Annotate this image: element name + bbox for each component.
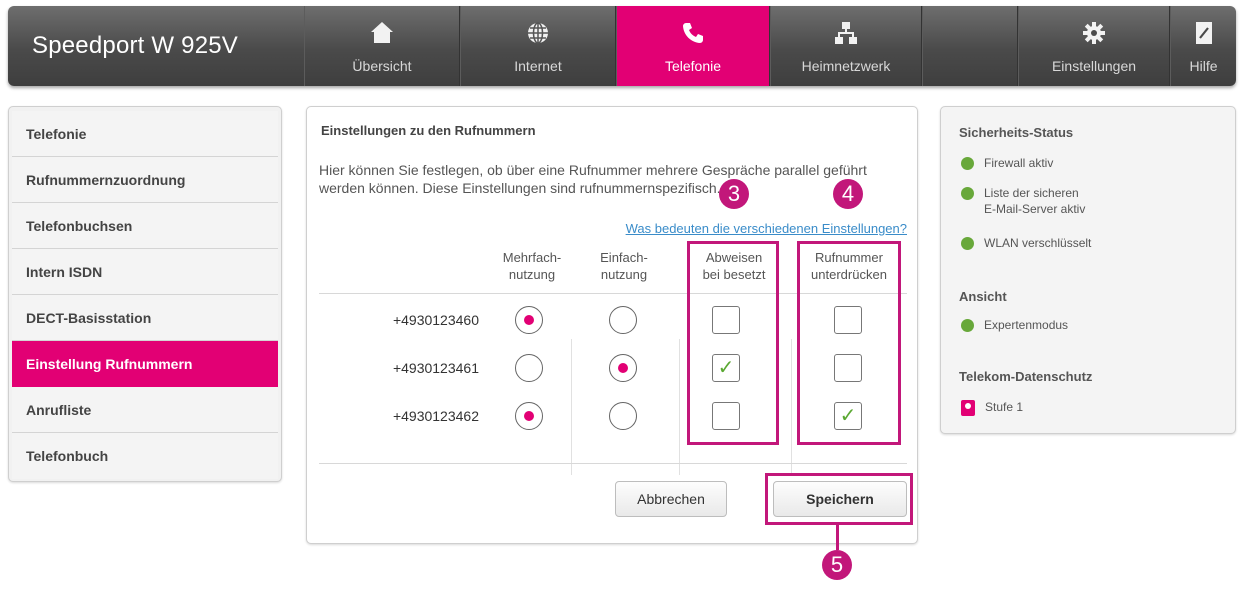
radio-mehrfachnutzung-3[interactable]	[515, 402, 543, 430]
help-link[interactable]: Was bedeuten die verschiedenen Einstellu…	[626, 221, 907, 236]
tab-einstellungen-label: Einstellungen	[1051, 58, 1137, 74]
callout-badge-5: 5	[822, 550, 852, 580]
radio-einfachnutzung-3[interactable]	[609, 402, 637, 430]
status-panel: Sicherheits-Status Firewall aktiv Liste …	[940, 106, 1236, 434]
callout-badge-4: 4	[833, 179, 863, 209]
check-circle-icon	[961, 237, 974, 250]
radio-einfachnutzung-1[interactable]	[609, 306, 637, 334]
privacy-title: Telekom-Datenschutz	[959, 369, 1093, 384]
tab-internet[interactable]: Internet	[460, 6, 616, 86]
status-expert-mode[interactable]: Expertenmodus	[961, 317, 1068, 333]
cancel-button[interactable]: Abbrechen	[615, 481, 727, 517]
sidebar-menu: Telefonie Rufnummernzuordnung Telefonbuc…	[8, 106, 282, 482]
callout-box-save	[765, 473, 913, 525]
column-header-mehrfachnutzung: Mehrfach-nutzung	[502, 250, 562, 282]
radio-mehrfachnutzung-1[interactable]	[515, 306, 543, 334]
callout-connector	[836, 524, 839, 550]
callout-box-unterdruecken	[797, 241, 901, 445]
radio-einfachnutzung-2[interactable]	[609, 354, 637, 382]
nav-spacer	[922, 6, 1018, 86]
gear-icon	[1081, 20, 1107, 46]
sidebar-item-telefonie[interactable]: Telefonie	[12, 111, 278, 157]
tab-einstellungen[interactable]: Einstellungen	[1018, 6, 1170, 86]
tab-heimnetzwerk[interactable]: Heimnetzwerk	[770, 6, 922, 86]
settings-panel: Einstellungen zu den Rufnummern Hier kön…	[306, 106, 918, 544]
status-firewall: Firewall aktiv	[961, 155, 1053, 171]
sidebar-item-anrufliste[interactable]: Anrufliste	[12, 387, 278, 433]
tab-heimnetzwerk-label: Heimnetzwerk	[801, 58, 891, 74]
status-wlan: WLAN verschlüsselt	[961, 235, 1091, 251]
check-circle-icon	[961, 157, 974, 170]
tab-hilfe-label: Hilfe	[1189, 58, 1218, 74]
sidebar-item-telefonbuch[interactable]: Telefonbuch	[12, 433, 278, 479]
home-icon	[369, 20, 395, 46]
help-book-icon	[1191, 20, 1217, 46]
tab-uebersicht[interactable]: Übersicht	[304, 6, 460, 86]
check-circle-icon	[961, 319, 974, 332]
top-navigation-bar: Speedport W 925V Übersicht Internet Tele…	[8, 6, 1236, 86]
phone-number-3: +4930123462	[392, 408, 479, 424]
radio-mehrfachnutzung-2[interactable]	[515, 354, 543, 382]
privacy-shield-icon	[961, 400, 975, 416]
column-separator	[679, 339, 680, 475]
phone-icon	[680, 20, 706, 46]
tab-internet-label: Internet	[514, 58, 562, 74]
check-circle-icon	[961, 187, 974, 200]
globe-icon	[525, 20, 551, 46]
callout-badge-3: 3	[719, 179, 749, 209]
page-description: Hier können Sie festlegen, ob über eine …	[319, 162, 867, 196]
tab-hilfe[interactable]: Hilfe	[1170, 6, 1236, 86]
column-header-einfachnutzung: Einfach-nutzung	[600, 250, 648, 282]
sidebar-item-dect-basisstation[interactable]: DECT-Basisstation	[12, 295, 278, 341]
security-status-title: Sicherheits-Status	[959, 125, 1074, 140]
callout-box-abweisen	[687, 241, 779, 445]
brand-title: Speedport W 925V	[32, 32, 238, 59]
column-separator	[791, 339, 792, 475]
sidebar-item-intern-isdn[interactable]: Intern ISDN	[12, 249, 278, 295]
tab-telefonie[interactable]: Telefonie	[616, 6, 770, 86]
status-mail-server: Liste der sicheren E-Mail-Server aktiv	[961, 185, 1085, 217]
column-separator	[571, 339, 572, 475]
network-icon	[833, 20, 859, 46]
page-title: Einstellungen zu den Rufnummern	[321, 123, 536, 138]
sidebar-item-telefonbuchsen[interactable]: Telefonbuchsen	[12, 203, 278, 249]
tab-telefonie-label: Telefonie	[664, 58, 722, 74]
phone-number-2: +4930123461	[392, 360, 479, 376]
view-title: Ansicht	[959, 289, 1007, 304]
tab-uebersicht-label: Übersicht	[352, 58, 412, 74]
privacy-level[interactable]: Stufe 1	[961, 399, 1023, 416]
phone-number-1: +4930123460	[392, 312, 479, 328]
sidebar-item-einstellung-rufnummern[interactable]: Einstellung Rufnummern	[12, 341, 278, 387]
sidebar-item-rufnummernzuordnung[interactable]: Rufnummernzuordnung	[12, 157, 278, 203]
table-divider	[319, 463, 907, 464]
